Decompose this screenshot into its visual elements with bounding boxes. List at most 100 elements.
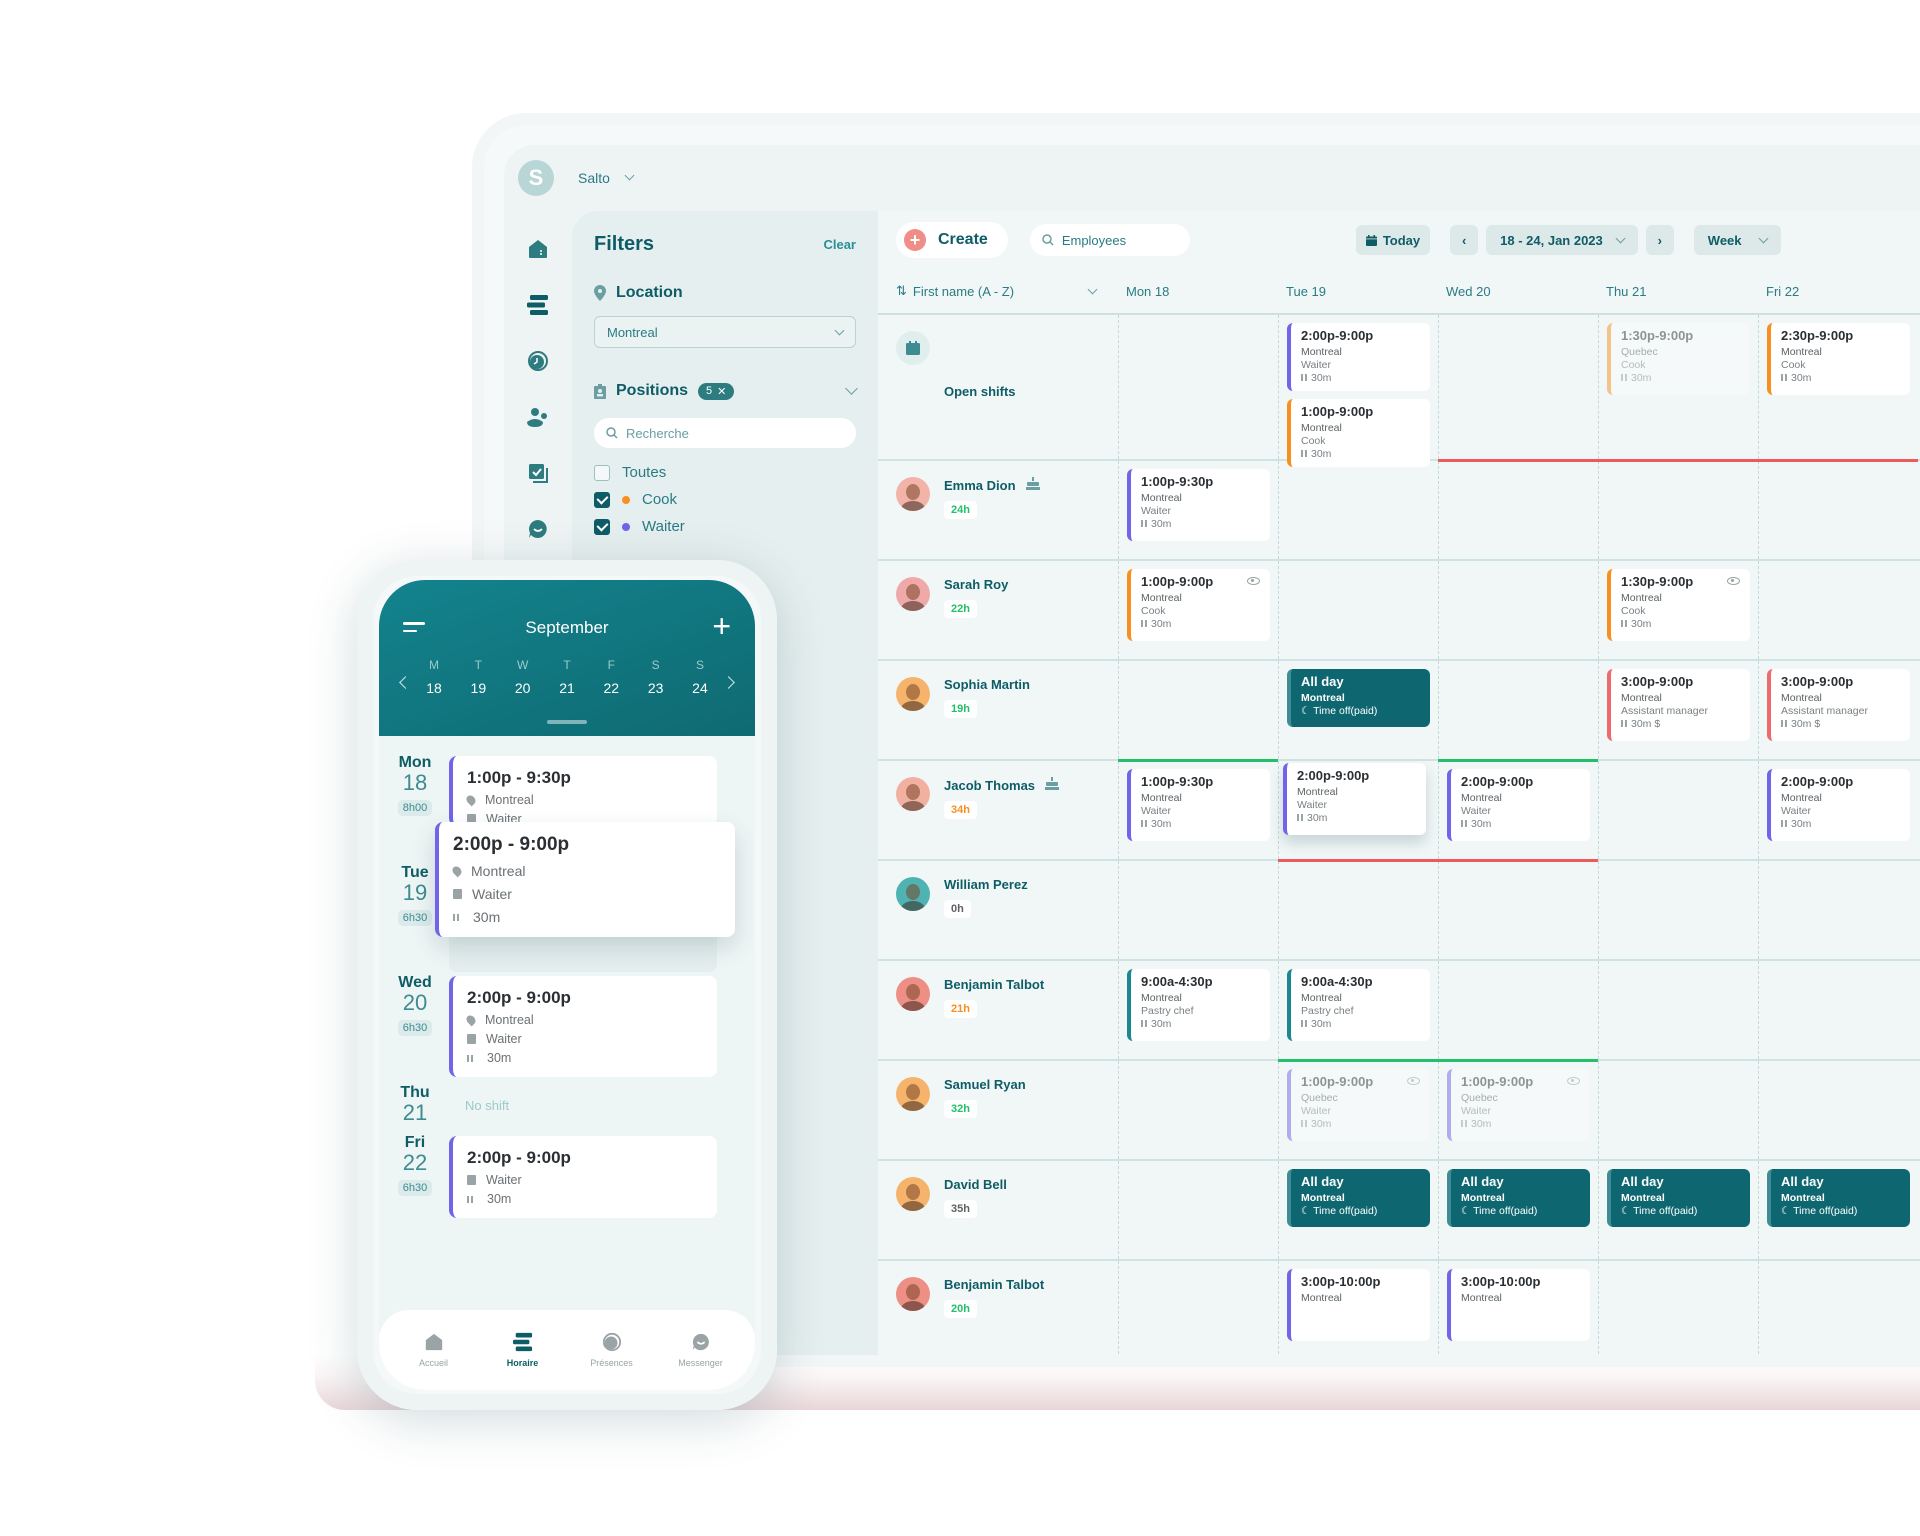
- phone-shift-card[interactable]: 2:00p - 9:00p Montreal Waiter 30m: [449, 976, 717, 1077]
- day-cell[interactable]: All day Montreal ☾ Time off(paid): [1438, 1161, 1598, 1259]
- shift-card[interactable]: 3:00p-9:00p Montreal Assistant manager 30m …: [1607, 669, 1750, 741]
- home-icon[interactable]: [526, 237, 550, 261]
- checkbox[interactable]: [594, 464, 610, 481]
- tab-accueil[interactable]: Accueil: [399, 1332, 469, 1368]
- positions-search-input[interactable]: Recherche: [594, 418, 856, 448]
- avatar[interactable]: [896, 577, 930, 611]
- position-option[interactable]: Toutes: [594, 464, 856, 481]
- avatar[interactable]: [896, 1177, 930, 1211]
- phone-shift-card[interactable]: 2:00p - 9:00p Montreal Waiter 30m: [435, 822, 735, 937]
- team-icon[interactable]: [526, 405, 550, 429]
- day-cell[interactable]: [1598, 461, 1758, 559]
- shift-card[interactable]: 1:30p-9:00p Montreal Cook 30m: [1607, 569, 1750, 641]
- shift-card[interactable]: 3:00p-10:00p Montreal: [1447, 1269, 1590, 1341]
- positions-section[interactable]: Positions 5 ✕: [594, 382, 858, 400]
- day-cell[interactable]: 9:00a-4:30p Montreal Pastry chef 30m: [1278, 961, 1438, 1059]
- chevron-left-icon[interactable]: [399, 676, 412, 689]
- day-cell[interactable]: All day Montreal ☾ Time off(paid): [1758, 1161, 1918, 1259]
- day-cell[interactable]: [1118, 861, 1278, 959]
- week-day[interactable]: S 24: [685, 658, 715, 696]
- clear-filters-button[interactable]: Clear: [823, 237, 856, 252]
- eye-icon[interactable]: [1727, 577, 1740, 585]
- day-cell[interactable]: [1278, 561, 1438, 659]
- employee-cell[interactable]: Sophia Martin 19h: [878, 661, 1118, 759]
- shift-card[interactable]: 1:30p-9:00p Quebec Cook 30m: [1607, 323, 1750, 395]
- day-cell[interactable]: 3:00p-9:00p Montreal Assistant manager 30m …: [1758, 661, 1918, 759]
- day-cell[interactable]: 1:30p-9:00p Montreal Cook 30m: [1598, 561, 1758, 659]
- day-cell[interactable]: 1:00p-9:00p Quebec Waiter 30m: [1278, 1061, 1438, 1159]
- day-cell[interactable]: [1118, 1161, 1278, 1259]
- day-cell[interactable]: 1:00p-9:30p Montreal Waiter 30m: [1118, 761, 1278, 859]
- day-cell[interactable]: 1:00p-9:00p Montreal Cook 30m: [1118, 561, 1278, 659]
- shift-card[interactable]: 2:00p-9:00p Montreal Waiter 30m: [1287, 323, 1430, 391]
- schedule-icon[interactable]: [526, 293, 550, 317]
- next-week-button[interactable]: ›: [1645, 225, 1674, 255]
- tasks-icon[interactable]: [526, 461, 550, 485]
- phone-shift-card[interactable]: 1:00p - 9:30p Montreal Waiter: [449, 756, 717, 826]
- location-select[interactable]: Montreal: [594, 316, 856, 348]
- day-cell[interactable]: [1598, 1061, 1758, 1159]
- day-cell[interactable]: 3:00p-10:00p Montreal: [1438, 1261, 1598, 1355]
- employee-cell[interactable]: David Bell 35h: [878, 1161, 1118, 1259]
- time-off-card[interactable]: All day Montreal ☾ Time off(paid): [1767, 1169, 1910, 1227]
- checkbox[interactable]: [594, 518, 610, 535]
- day-cell[interactable]: [1118, 315, 1278, 459]
- day-cell[interactable]: 2:30p-9:00p Montreal Cook 30m: [1758, 315, 1918, 459]
- day-cell[interactable]: [1438, 661, 1598, 759]
- day-cell[interactable]: 2:00p-9:00p Montreal Waiter 30m: [1438, 761, 1598, 859]
- tab-présences[interactable]: Présences: [577, 1332, 647, 1368]
- avatar[interactable]: [896, 777, 930, 811]
- employee-search-input[interactable]: Employees: [1029, 224, 1190, 256]
- day-cell[interactable]: [1598, 1261, 1758, 1355]
- time-off-card[interactable]: All day Montreal ☾ Time off(paid): [1447, 1169, 1590, 1227]
- position-option[interactable]: Waiter: [594, 518, 856, 535]
- day-cell[interactable]: All day Montreal ☾ Time off(paid): [1598, 1161, 1758, 1259]
- chevron-right-icon[interactable]: [722, 676, 735, 689]
- employee-cell[interactable]: Jacob Thomas 34h: [878, 761, 1118, 859]
- employee-cell[interactable]: Benjamin Talbot 21h: [878, 961, 1118, 1059]
- avatar[interactable]: [896, 477, 930, 511]
- day-cell[interactable]: [1758, 861, 1918, 959]
- chevron-down-icon[interactable]: [624, 170, 635, 181]
- day-cell[interactable]: [1438, 961, 1598, 1059]
- day-cell[interactable]: All day Montreal ☾ Time off(paid): [1278, 661, 1438, 759]
- day-cell[interactable]: 9:00a-4:30p Montreal Pastry chef 30m: [1118, 961, 1278, 1059]
- shift-card[interactable]: 9:00a-4:30p Montreal Pastry chef 30m: [1127, 969, 1270, 1041]
- add-icon[interactable]: +: [712, 610, 731, 642]
- sort-select[interactable]: ⇅ First name (A - Z): [878, 283, 1118, 299]
- day-cell[interactable]: All day Montreal ☾ Time off(paid): [1278, 1161, 1438, 1259]
- day-cell[interactable]: [1118, 661, 1278, 759]
- day-cell[interactable]: 1:00p-9:00p Quebec Waiter 30m: [1438, 1061, 1598, 1159]
- shift-card[interactable]: 1:00p-9:00p Montreal Cook 30m: [1287, 399, 1430, 467]
- day-cell[interactable]: [1278, 861, 1438, 959]
- day-cell[interactable]: [1598, 961, 1758, 1059]
- eye-icon[interactable]: [1247, 577, 1260, 585]
- shift-card[interactable]: 1:00p-9:30p Montreal Waiter 30m: [1127, 469, 1270, 541]
- checkbox[interactable]: [594, 491, 610, 508]
- positions-count-badge[interactable]: 5 ✕: [698, 382, 735, 400]
- avatar[interactable]: [896, 977, 930, 1011]
- day-cell[interactable]: [1278, 461, 1438, 559]
- employee-cell[interactable]: Emma Dion 24h: [878, 461, 1118, 559]
- avatar[interactable]: [896, 1077, 930, 1111]
- chevron-down-icon[interactable]: [845, 382, 858, 395]
- create-button[interactable]: + Create: [896, 222, 1008, 258]
- eye-icon[interactable]: [1407, 1077, 1420, 1085]
- day-cell[interactable]: [1438, 861, 1598, 959]
- close-icon[interactable]: ✕: [717, 385, 726, 398]
- avatar[interactable]: [896, 877, 930, 911]
- day-cell[interactable]: [1118, 1061, 1278, 1159]
- shift-card[interactable]: 9:00a-4:30p Montreal Pastry chef 30m: [1287, 969, 1430, 1041]
- view-select[interactable]: Week: [1693, 225, 1781, 255]
- week-day[interactable]: S 23: [641, 658, 671, 696]
- day-cell[interactable]: 2:00p-9:00p Montreal Waiter 30m 1:00p-9:00p M…: [1278, 315, 1438, 467]
- position-option[interactable]: Cook: [594, 491, 856, 508]
- shift-card[interactable]: 3:00p-10:00p Montreal: [1287, 1269, 1430, 1341]
- employee-cell[interactable]: Benjamin Talbot 20h: [878, 1261, 1118, 1355]
- tab-messenger[interactable]: Messenger: [666, 1332, 736, 1368]
- week-day[interactable]: M 18: [419, 658, 449, 696]
- day-cell[interactable]: [1758, 961, 1918, 1059]
- employee-cell[interactable]: Samuel Ryan 32h: [878, 1061, 1118, 1159]
- week-day[interactable]: W 20: [508, 658, 538, 696]
- day-cell[interactable]: [1438, 315, 1598, 459]
